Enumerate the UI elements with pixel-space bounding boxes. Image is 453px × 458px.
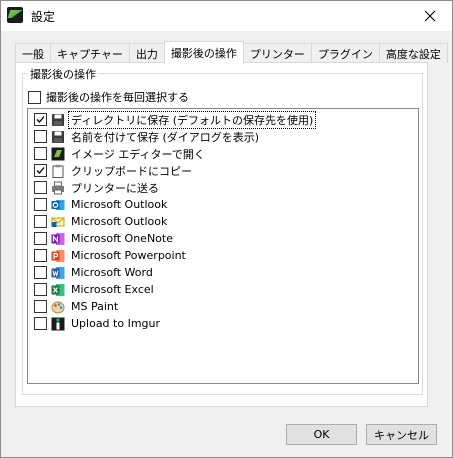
onenote-icon xyxy=(51,232,65,246)
list-item[interactable]: イメージ エディターで開く xyxy=(28,145,207,162)
list-item[interactable]: Upload to Imgur xyxy=(28,315,162,332)
title-bar: 設定 xyxy=(1,1,452,31)
list-item[interactable]: 名前を付けて保存 (ダイアログを表示) xyxy=(28,128,261,145)
checkbox-checked[interactable] xyxy=(34,164,47,177)
list-item[interactable]: Microsoft Outlook xyxy=(28,196,169,213)
cancel-button[interactable]: キャンセル xyxy=(366,424,437,445)
destination-list[interactable]: ディレクトリに保存 (デフォルトの保存先を使用) 名前を付けて保存 (ダイアログ… xyxy=(27,108,419,384)
ask-each-time-checkbox[interactable] xyxy=(28,90,41,104)
tab-plugins[interactable]: プラグイン xyxy=(310,43,380,63)
tab-panel: 撮影後の操作 撮影後の操作を毎回選択する ディレクトリに保存 (デフォルトの保存… xyxy=(15,62,428,407)
tab-strip: 一般 キャプチャー 出力 撮影後の操作 プリンター プラグイン 高度な設定 xyxy=(15,41,448,64)
tab-output[interactable]: 出力 xyxy=(128,43,165,63)
list-item-label: Microsoft Outlook xyxy=(71,215,168,228)
checkbox-unchecked[interactable] xyxy=(34,215,47,228)
group-title: 撮影後の操作 xyxy=(28,66,98,82)
checkbox-unchecked[interactable] xyxy=(34,266,47,279)
checkbox-unchecked[interactable] xyxy=(34,317,47,330)
list-item-label: Microsoft Outlook xyxy=(71,198,168,211)
clipboard-icon xyxy=(51,164,65,178)
checkmark-icon xyxy=(36,167,45,174)
greenshot-editor-icon xyxy=(51,147,65,161)
list-item-label: 名前を付けて保存 (ダイアログを表示) xyxy=(71,130,260,144)
list-item-label: Microsoft Powerpoint xyxy=(71,249,186,262)
word-icon xyxy=(51,266,65,280)
list-item[interactable]: Microsoft OneNote xyxy=(28,230,175,247)
tab-printer[interactable]: プリンター xyxy=(242,43,312,63)
checkbox-unchecked[interactable] xyxy=(34,130,47,143)
greenshot-app-icon xyxy=(7,7,23,23)
checkbox-unchecked[interactable] xyxy=(34,198,47,211)
ask-each-time-option[interactable]: 撮影後の操作を毎回選択する xyxy=(28,89,189,105)
list-item-label: MS Paint xyxy=(71,300,119,313)
ask-each-time-label: 撮影後の操作を毎回選択する xyxy=(46,91,189,104)
list-item[interactable]: Microsoft Word xyxy=(28,264,155,281)
checkbox-unchecked[interactable] xyxy=(34,147,47,160)
checkbox-checked[interactable] xyxy=(34,113,47,126)
list-item[interactable]: Microsoft Powerpoint xyxy=(28,247,188,264)
window-title: 設定 xyxy=(31,10,56,24)
list-item-label: プリンターに送る xyxy=(71,181,159,195)
list-item[interactable]: クリップボードにコピー xyxy=(28,162,194,179)
tab-capture[interactable]: キャプチャー xyxy=(50,43,130,63)
list-item[interactable]: MS Paint xyxy=(28,298,120,315)
close-button[interactable] xyxy=(407,1,452,31)
imgur-icon xyxy=(51,317,65,331)
tab-expert[interactable]: 高度な設定 xyxy=(378,43,448,63)
list-item[interactable]: Microsoft Excel xyxy=(28,281,156,298)
list-item[interactable]: Microsoft Outlook xyxy=(28,213,169,230)
outlook-icon xyxy=(51,198,65,212)
checkbox-unchecked[interactable] xyxy=(34,232,47,245)
list-item-label: クリップボードにコピー xyxy=(71,164,192,178)
checkbox-unchecked[interactable] xyxy=(34,181,47,194)
checkbox-unchecked[interactable] xyxy=(34,249,47,262)
settings-window: 設定 一般 キャプチャー 出力 撮影後の操作 プリンター プラグイン 高度な設定… xyxy=(0,0,453,458)
paint-icon xyxy=(51,300,65,314)
list-item[interactable]: ディレクトリに保存 (デフォルトの保存先を使用) xyxy=(28,110,317,129)
tab-general[interactable]: 一般 xyxy=(15,43,51,63)
list-item-label: Microsoft OneNote xyxy=(71,232,173,245)
checkmark-icon xyxy=(36,116,45,123)
list-item-label: イメージ エディターで開く xyxy=(71,147,205,161)
destination-groupbox: 撮影後の操作 撮影後の操作を毎回選択する ディレクトリに保存 (デフォルトの保存… xyxy=(22,66,423,395)
tab-destination[interactable]: 撮影後の操作 xyxy=(163,41,244,64)
floppy-icon xyxy=(51,113,65,127)
excel-icon xyxy=(51,283,65,297)
list-item-label: ディレクトリに保存 (デフォルトの保存先を使用) xyxy=(67,110,317,129)
list-item-label: Upload to Imgur xyxy=(71,317,161,330)
ok-button[interactable]: OK xyxy=(286,424,357,445)
checkbox-unchecked[interactable] xyxy=(34,283,47,296)
close-icon xyxy=(424,10,435,22)
checkbox-unchecked[interactable] xyxy=(34,300,47,313)
floppy-icon xyxy=(51,130,65,144)
list-item[interactable]: プリンターに送る xyxy=(28,179,161,196)
list-item-label: Microsoft Excel xyxy=(71,283,154,296)
list-item-label: Microsoft Word xyxy=(71,266,153,279)
outlook-mail-icon xyxy=(51,215,65,229)
powerpoint-icon xyxy=(51,249,65,263)
printer-icon xyxy=(51,181,65,195)
